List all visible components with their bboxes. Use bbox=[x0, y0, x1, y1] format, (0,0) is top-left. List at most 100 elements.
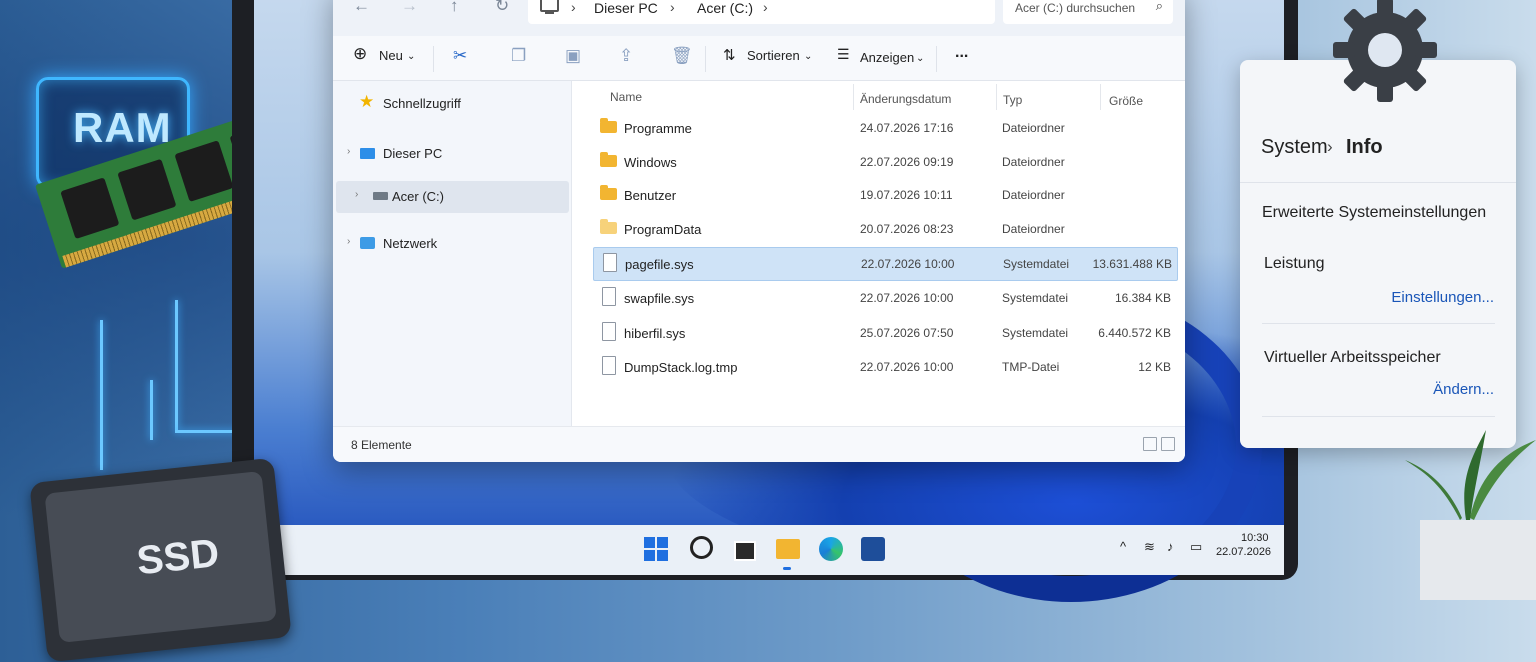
file-size: 16.384 KB bbox=[1114, 291, 1171, 305]
search-input[interactable]: Acer (C:) durchsuchen ⌕ bbox=[1003, 0, 1173, 24]
file-date: 22.07.2026 10:00 bbox=[860, 291, 954, 305]
table-row[interactable]: swapfile.sys 22.07.2026 10:00 Systemdate… bbox=[593, 282, 1176, 314]
file-type: TMP-Datei bbox=[1002, 360, 1060, 374]
table-row-selected[interactable]: pagefile.sys 22.07.2026 10:00 Systemdate… bbox=[593, 247, 1178, 281]
system-file-icon bbox=[602, 322, 616, 341]
performance-settings-button[interactable]: Einstellungen... bbox=[1391, 289, 1494, 306]
tiles-view-icon[interactable] bbox=[1161, 437, 1175, 451]
view-button[interactable]: Anzeigen bbox=[860, 50, 914, 65]
file-size: 13.631.488 KB bbox=[1092, 257, 1172, 271]
chevron-right-icon[interactable]: › bbox=[347, 236, 350, 247]
chevron-down-icon: ⌄ bbox=[804, 51, 813, 62]
sidebar-item-label: Netzwerk bbox=[383, 236, 438, 251]
file-date: 24.07.2026 17:16 bbox=[860, 121, 954, 135]
folder-icon bbox=[600, 185, 617, 200]
more-options-button[interactable]: ... bbox=[955, 44, 968, 62]
column-separator[interactable] bbox=[853, 84, 854, 110]
chevron-down-icon: ⌄ bbox=[916, 53, 925, 64]
table-row[interactable]: DumpStack.log.tmp 22.07.2026 10:00 TMP-D… bbox=[593, 351, 1176, 383]
table-row[interactable]: Windows 22.07.2026 09:19 Dateiordner bbox=[593, 146, 1176, 178]
navigation-pane: ★ Schnellzugriff › Dieser PC › Acer (C:)… bbox=[333, 81, 572, 426]
star-icon: ★ bbox=[359, 92, 375, 111]
sort-button[interactable]: Sortieren bbox=[747, 48, 800, 63]
column-header-name[interactable]: Name bbox=[610, 90, 642, 104]
sidebar-item-drive[interactable]: › Acer (C:) bbox=[336, 181, 569, 213]
divider bbox=[705, 46, 706, 72]
file-name: ProgramData bbox=[624, 222, 702, 237]
start-button[interactable] bbox=[644, 537, 668, 561]
search-icon: ⌕ bbox=[1155, 0, 1163, 13]
ssd-top-plate: SSD bbox=[44, 470, 277, 643]
address-bar[interactable]: › Dieser PC › Acer (C:) › bbox=[528, 0, 995, 24]
sidebar-item-network[interactable]: › Netzwerk bbox=[333, 228, 571, 260]
breadcrumb-system[interactable]: System bbox=[1261, 136, 1328, 159]
divider bbox=[936, 46, 937, 72]
chevron-up-icon[interactable]: ^ bbox=[1120, 539, 1126, 554]
clock-date[interactable]: 22.07.2026 bbox=[1216, 546, 1271, 558]
column-separator[interactable] bbox=[996, 84, 997, 110]
folder-icon bbox=[600, 152, 617, 167]
copy-icon[interactable]: ❐ bbox=[511, 46, 526, 66]
advanced-settings-link[interactable]: Erweiterte Systemeinstellungen bbox=[1262, 204, 1486, 222]
gear-icon bbox=[1333, 0, 1437, 102]
up-arrow-icon[interactable]: ↑ bbox=[450, 0, 459, 16]
table-row[interactable]: ProgramData 20.07.2026 08:23 Dateiordner bbox=[593, 213, 1176, 245]
table-row[interactable]: Programme 24.07.2026 17:16 Dateiordner bbox=[593, 112, 1176, 144]
file-date: 20.07.2026 08:23 bbox=[860, 222, 954, 236]
file-date: 22.07.2026 10:00 bbox=[860, 360, 954, 374]
cut-icon[interactable]: ✂ bbox=[453, 46, 467, 66]
address-row: ← → ↑ ↻ › Dieser PC › Acer (C:) › Acer (… bbox=[333, 0, 1185, 36]
file-name: Windows bbox=[624, 155, 677, 170]
file-size: 6.440.572 KB bbox=[1098, 326, 1171, 340]
chevron-right-icon[interactable]: › bbox=[763, 0, 768, 15]
volume-icon[interactable]: ♪ bbox=[1167, 539, 1174, 554]
sidebar-item-quick-access[interactable]: ★ Schnellzugriff bbox=[333, 88, 571, 120]
battery-icon[interactable]: ▭ bbox=[1190, 539, 1202, 555]
windows-logo-icon bbox=[644, 537, 655, 548]
file-type: Systemdatei bbox=[1002, 326, 1069, 340]
details-view-icon[interactable] bbox=[1143, 437, 1157, 451]
store-icon[interactable] bbox=[861, 537, 885, 561]
column-header-date[interactable]: Änderungsdatum bbox=[860, 92, 951, 106]
refresh-icon[interactable]: ↻ bbox=[495, 0, 509, 16]
table-row[interactable]: Benutzer 19.07.2026 10:11 Dateiordner bbox=[593, 179, 1176, 211]
forward-arrow-icon[interactable]: → bbox=[401, 0, 418, 16]
back-arrow-icon[interactable]: ← bbox=[353, 0, 370, 16]
plant-decoration bbox=[1405, 430, 1536, 600]
command-bar: ⊕ Neu ⌄ ✂ ❐ ▣ ⇪ 🗑 ⇅ Sortieren ⌄ ☰ Anzeig… bbox=[333, 36, 1185, 81]
chevron-right-icon[interactable]: › bbox=[355, 189, 358, 200]
sidebar-item-label: Schnellzugriff bbox=[383, 96, 461, 111]
change-virtual-memory-button[interactable]: Ändern... bbox=[1433, 381, 1494, 398]
this-pc-icon bbox=[540, 0, 559, 14]
column-header-size[interactable]: Größe bbox=[1109, 94, 1143, 108]
data-flow-line bbox=[150, 380, 153, 440]
task-view-icon[interactable] bbox=[734, 541, 756, 561]
file-name: hiberfil.sys bbox=[624, 326, 686, 341]
status-bar: 8 Elemente bbox=[333, 426, 1185, 462]
divider bbox=[1262, 323, 1495, 324]
breadcrumb-drive[interactable]: Acer (C:) bbox=[697, 0, 753, 16]
breadcrumb-this-pc[interactable]: Dieser PC bbox=[594, 0, 658, 16]
edge-browser-icon[interactable] bbox=[819, 537, 843, 561]
wifi-icon[interactable]: ≋ bbox=[1144, 539, 1155, 555]
chevron-right-icon: › bbox=[670, 0, 675, 15]
column-separator[interactable] bbox=[1100, 84, 1101, 110]
clock-time[interactable]: 10:30 bbox=[1241, 532, 1269, 544]
file-date: 19.07.2026 10:11 bbox=[860, 188, 953, 202]
settings-panel: System › Info Erweiterte Systemeinstellu… bbox=[1240, 60, 1516, 448]
file-explorer-icon[interactable] bbox=[776, 539, 800, 559]
file-name: pagefile.sys bbox=[625, 257, 694, 272]
file-name: DumpStack.log.tmp bbox=[624, 360, 738, 375]
chevron-right-icon[interactable]: › bbox=[347, 146, 350, 157]
share-icon[interactable]: ⇪ bbox=[619, 46, 633, 66]
sidebar-item-this-pc[interactable]: › Dieser PC bbox=[333, 138, 571, 170]
file-date: 22.07.2026 10:00 bbox=[861, 257, 955, 271]
delete-icon[interactable]: 🗑 bbox=[671, 46, 693, 66]
rename-icon[interactable]: ▣ bbox=[565, 46, 581, 66]
new-button[interactable]: Neu bbox=[379, 48, 403, 63]
column-header-type[interactable]: Typ bbox=[1003, 93, 1022, 107]
file-type: Dateiordner bbox=[1002, 155, 1065, 169]
table-row[interactable]: hiberfil.sys 25.07.2026 07:50 Systemdate… bbox=[593, 317, 1176, 349]
view-list-icon: ☰ bbox=[837, 46, 850, 62]
search-icon[interactable] bbox=[690, 536, 713, 559]
